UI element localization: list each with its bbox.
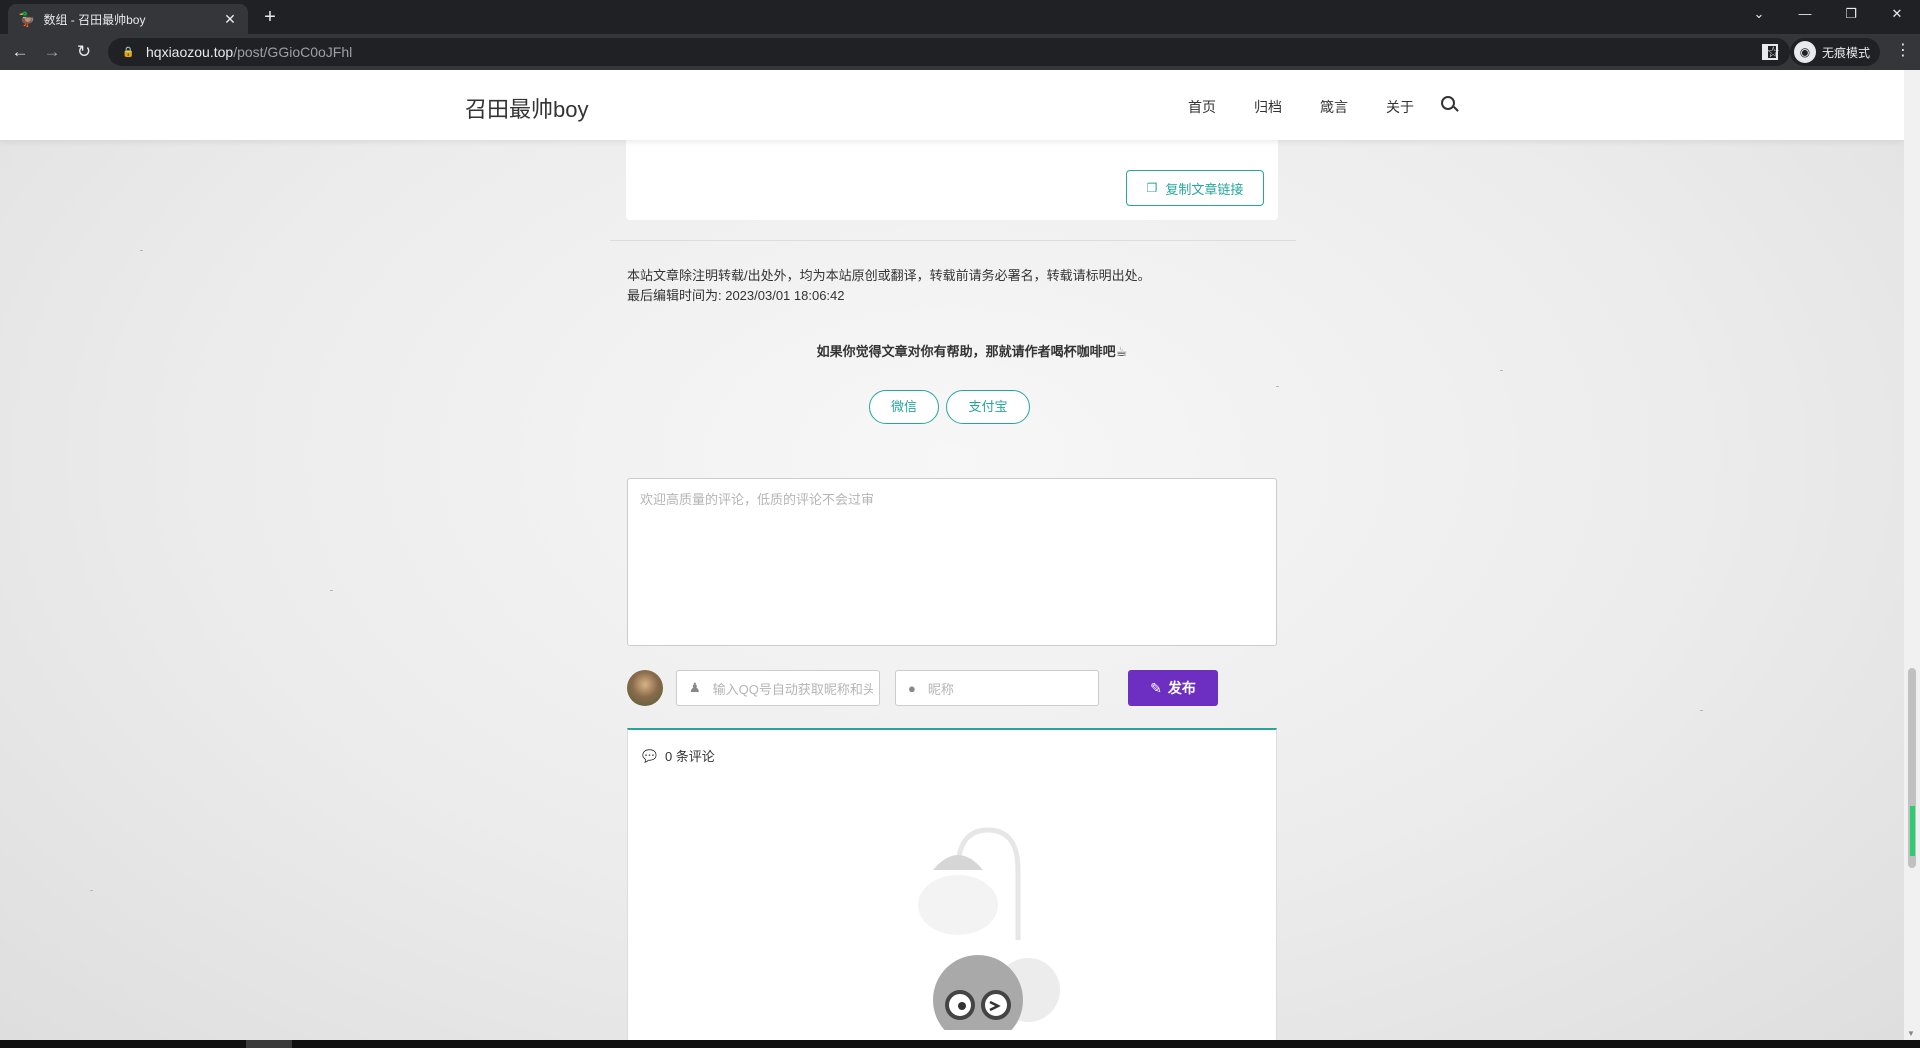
empty-comments-illustration <box>918 827 1060 1030</box>
scroll-progress-indicator <box>1910 806 1915 856</box>
reload-icon[interactable]: ↻ <box>72 40 96 64</box>
character-eye <box>958 1002 966 1010</box>
comment-bubble-icon: 💬 <box>642 748 657 763</box>
tab-close-icon[interactable]: ✕ <box>222 11 238 28</box>
new-tab-button[interactable]: + <box>258 6 282 30</box>
divider <box>610 240 1296 241</box>
nav-archive[interactable]: 归档 <box>1254 97 1282 117</box>
post-comment-button[interactable]: ✎ 发布 <box>1128 670 1218 706</box>
copy-link-label: 复制文章链接 <box>1165 181 1244 197</box>
browser-toolbar: ← → ↻ 🔒 hqxiaozou.top/post/GGioC0oJFhl ☆… <box>0 34 1920 70</box>
last-edited: 最后编辑时间为: 2023/03/01 18:06:42 <box>627 288 845 303</box>
os-taskbar <box>0 1040 1920 1048</box>
copy-link-button[interactable]: ❐ 复制文章链接 <box>1126 170 1264 206</box>
browser-menu-icon[interactable]: ⋮ <box>1895 40 1911 60</box>
background-speck <box>140 250 143 251</box>
comments-panel: 💬 0 条评论 <box>627 728 1277 1040</box>
search-icon[interactable] <box>1441 96 1455 110</box>
lock-icon: 🔒 <box>122 46 135 58</box>
nav-about[interactable]: 关于 <box>1386 97 1414 117</box>
window-close-icon[interactable]: ✕ <box>1874 0 1920 28</box>
background-speck <box>1276 386 1279 387</box>
minimize-icon[interactable]: — <box>1782 0 1828 28</box>
vertical-scrollbar[interactable]: ▼ <box>1904 70 1920 1040</box>
lamp-light <box>918 875 998 935</box>
lamp-shade <box>933 855 983 870</box>
browser-tab[interactable]: 🦆 数组 - 召田最帅boy ✕ <box>8 4 248 34</box>
incognito-label: 无痕模式 <box>1822 45 1871 60</box>
copyright-notice: 本站文章除注明转载/出处外，均为本站原创或翻译，转载前请务必署名，转载请标明出处… <box>627 268 1151 283</box>
qq-input[interactable]: ♟ 输入QQ号自动获取昵称和头像 <box>676 670 880 706</box>
address-bar[interactable]: 🔒 hqxiaozou.top/post/GGioC0oJFhl ☆ <box>108 38 1790 66</box>
site-header: 召田最帅boy 首页 归档 箴言 关于 <box>0 70 1904 140</box>
qq-icon: ♟ <box>689 680 701 695</box>
incognito-icon: ◉ <box>1794 41 1816 63</box>
window-controls: ⌄ — ❐ ✕ <box>1736 0 1920 28</box>
copyright-notice-block: 本站文章除注明转载/出处外，均为本站原创或翻译，转载前请务必署名，转载请标明出处… <box>627 266 1151 306</box>
copy-icon: ❐ <box>1146 181 1158 195</box>
favicon-duck-icon: 🦆 <box>18 10 36 27</box>
background-speck <box>1500 370 1503 371</box>
site-brand[interactable]: 召田最帅boy <box>465 92 588 124</box>
page-viewport: 召田最帅boy 首页 归档 箴言 关于 ❐ 复制文章链接 本站文章除注明转载/出… <box>0 70 1904 1040</box>
comment-count-label: 0 条评论 <box>664 749 715 764</box>
url-host: hqxiaozou.top <box>146 44 234 60</box>
url-path: /post/GGioC0oJFhl <box>233 44 353 60</box>
comment-count: 💬 0 条评论 <box>642 746 715 765</box>
tab-search-icon[interactable]: ⌄ <box>1736 0 1782 28</box>
back-arrow-icon[interactable]: ← <box>8 40 32 64</box>
nav-home[interactable]: 首页 <box>1188 97 1216 117</box>
alipay-reward-button[interactable]: 支付宝 <box>946 390 1030 424</box>
incognito-indicator[interactable]: ◉ 无痕模式 <box>1790 38 1881 66</box>
nav-quotes[interactable]: 箴言 <box>1320 97 1348 117</box>
browser-tabstrip: 🦆 数组 - 召田最帅boy ✕ + ⌄ — ❐ ✕ <box>0 0 1920 34</box>
avatar <box>627 670 663 706</box>
nickname-placeholder: 昵称 <box>927 681 954 697</box>
qq-placeholder: 输入QQ号自动获取昵称和头像 <box>712 681 873 697</box>
background-speck <box>330 590 333 591</box>
restore-icon[interactable]: ❐ <box>1828 0 1874 28</box>
scroll-down-arrow-icon[interactable]: ▼ <box>1907 1029 1915 1038</box>
tab-title: 数组 - 召田最帅boy <box>43 12 146 27</box>
forward-arrow-icon[interactable]: → <box>40 40 64 64</box>
taskbar-item[interactable] <box>246 1040 292 1048</box>
edit-icon: ✎ <box>1150 679 1162 696</box>
site-nav: 首页 归档 箴言 关于 <box>1188 97 1452 117</box>
post-label: 发布 <box>1167 680 1196 696</box>
background-speck <box>90 890 93 891</box>
nickname-input[interactable]: ● 昵称 <box>895 670 1099 706</box>
reward-prompt: 如果你觉得文章对你有帮助，那就请作者喝杯咖啡吧☕ <box>816 344 1128 359</box>
comment-textarea[interactable]: 欢迎高质量的评论，低质的评论不会过审 <box>627 478 1277 646</box>
side-panel-icon[interactable] <box>1762 44 1778 60</box>
background-speck <box>1700 710 1703 711</box>
user-icon: ● <box>908 680 916 696</box>
wechat-reward-button[interactable]: 微信 <box>869 390 939 424</box>
